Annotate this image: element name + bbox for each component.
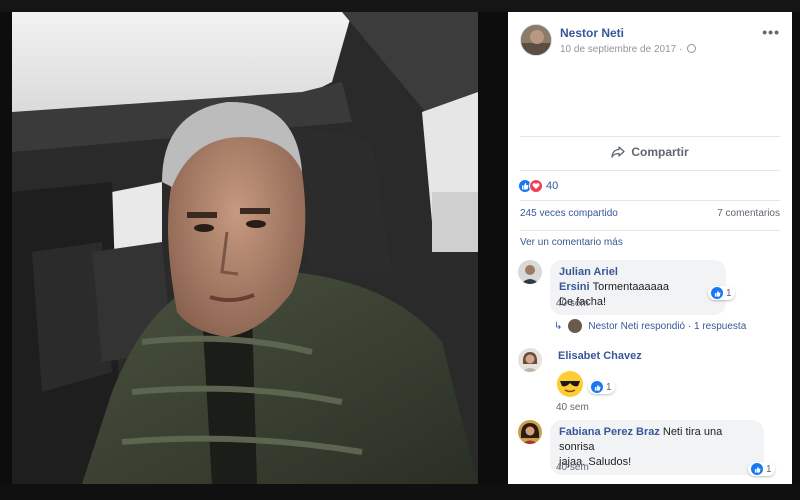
comment-text: Tormentaaaaaa: [592, 281, 670, 293]
post-header: Nestor Neti 10 de septiembre de 2017 · •…: [520, 24, 780, 64]
comment-time[interactable]: 40 sem: [556, 462, 589, 473]
selfie-photo-image: [12, 12, 478, 484]
share-arrow-icon: [611, 146, 625, 158]
commenter-avatar[interactable]: [518, 348, 542, 372]
reactions-count[interactable]: 40: [546, 180, 558, 192]
reply-count: 1 respuesta: [694, 320, 747, 332]
comment-replies-link[interactable]: ↳ Nestor Neti respondió · 1 respuesta: [554, 319, 746, 333]
comment-likes[interactable]: 1: [748, 462, 775, 476]
commenter-avatar-image: [518, 348, 542, 372]
post-date-text[interactable]: 10 de septiembre de 2017: [560, 44, 676, 55]
top-dim-bar: [0, 0, 800, 12]
comment-item: Julian Ariel Ersini Tormentaaaaaa De fach…: [518, 260, 782, 320]
divider: [520, 200, 780, 201]
view-more-comments-link[interactable]: Ver un comentario más: [520, 237, 623, 248]
divider: [520, 170, 780, 171]
post-author-name[interactable]: Nestor Neti: [560, 26, 624, 40]
post-side-panel: Nestor Neti 10 de septiembre de 2017 · •…: [508, 12, 792, 500]
author-avatar-image: [521, 25, 551, 55]
reply-action: respondió: [641, 320, 686, 332]
comment-item: Elisabet Chavez 1 40 sem: [518, 348, 782, 413]
author-avatar[interactable]: [520, 24, 552, 56]
bottom-dim-bar: [0, 484, 800, 500]
commenter-avatar[interactable]: [518, 260, 542, 284]
like-reaction-icon: [751, 463, 763, 475]
comment-time[interactable]: 40 sem: [556, 402, 589, 413]
comment-likes-count: 1: [766, 463, 772, 475]
like-reaction-icon: [591, 381, 603, 393]
date-separator: ·: [678, 44, 683, 55]
comment-likes[interactable]: 1: [588, 380, 615, 394]
shares-count-link[interactable]: 245 veces compartido: [520, 208, 618, 219]
divider: [520, 230, 780, 231]
divider: [520, 136, 780, 137]
reactions-summary[interactable]: 40: [518, 178, 558, 194]
comments-count-link[interactable]: 7 comentarios: [717, 208, 780, 219]
reply-separator: ·: [687, 320, 692, 332]
comment-item: Fabiana Perez Braz Neti tira una sonrisa …: [518, 420, 782, 490]
commenter-avatar-image: [518, 420, 542, 444]
love-reaction-icon: [529, 179, 543, 193]
comment-likes-count: 1: [726, 287, 732, 299]
post-photo[interactable]: [12, 12, 478, 484]
commenter-avatar[interactable]: [518, 420, 542, 444]
comment-likes[interactable]: 1: [708, 286, 735, 300]
globe-icon: [687, 44, 697, 53]
commenter-avatar-image: [518, 260, 542, 284]
sunglasses-emoji: [556, 370, 584, 403]
reply-author: Nestor Neti: [588, 320, 639, 332]
commenter-name[interactable]: Fabiana Perez Braz: [559, 426, 660, 438]
reply-arrow-icon: ↳: [554, 320, 563, 332]
comment-likes-count: 1: [606, 381, 612, 393]
like-reaction-icon: [711, 287, 723, 299]
more-options-icon[interactable]: •••: [762, 24, 780, 40]
share-button-label: Compartir: [631, 145, 689, 159]
share-button[interactable]: Compartir: [520, 140, 780, 164]
reply-author-avatar: [568, 319, 583, 333]
comment-time[interactable]: 40 sem: [556, 298, 589, 309]
commenter-name[interactable]: Elisabet Chavez: [558, 350, 642, 362]
post-date[interactable]: 10 de septiembre de 2017 ·: [560, 44, 697, 55]
